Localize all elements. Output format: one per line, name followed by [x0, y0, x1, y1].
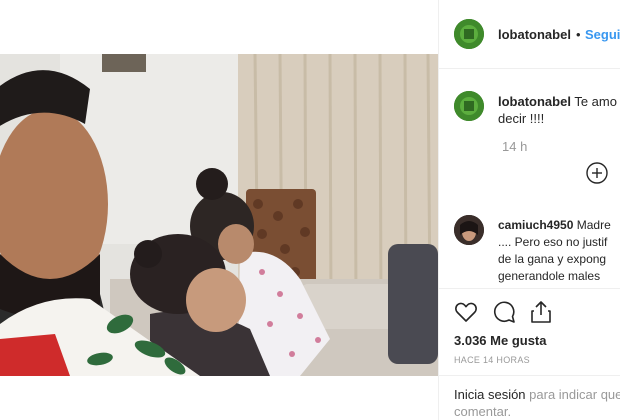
post-sidebar: lobatonabel • Seguir lobatonabel Te amo …	[439, 0, 620, 420]
add-circle-icon[interactable]	[586, 162, 608, 184]
header-separator: •	[576, 27, 581, 42]
login-prompt-line-2: comentar.	[454, 404, 512, 419]
avatar[interactable]	[454, 19, 484, 49]
likes-count[interactable]: 3.036 Me gusta	[454, 333, 547, 348]
header-username[interactable]: lobatonabel	[498, 27, 571, 42]
photo-illustration	[0, 54, 438, 376]
follow-button[interactable]: Seguir	[585, 27, 620, 42]
share-upload-icon[interactable]	[529, 300, 553, 324]
caption-username[interactable]: lobatonabel	[498, 94, 571, 109]
caption-time[interactable]: 14 h	[502, 139, 527, 154]
login-prompt-line-1: Inicia sesión para indicar que	[454, 386, 620, 404]
actions-divider	[439, 288, 620, 289]
comment-username[interactable]: camiuch4950	[498, 218, 573, 232]
caption-avatar[interactable]	[454, 91, 484, 121]
speech-bubble-icon[interactable]	[492, 300, 516, 324]
login-prompt-rest: para indicar que	[525, 387, 620, 402]
comment-avatar[interactable]	[454, 215, 484, 245]
comment-line-3: de la gana y expong	[498, 252, 607, 266]
caption-text-2: decir !!!!	[498, 111, 545, 126]
caption-avatar-image	[454, 91, 484, 121]
post-header: lobatonabel • Seguir	[439, 0, 620, 69]
post-timestamp[interactable]: HACE 14 HORAS	[454, 355, 530, 365]
media-pane	[0, 0, 438, 420]
comment-first-word: Madre	[576, 218, 611, 232]
avatar-image	[454, 19, 484, 49]
comment-avatar-image	[454, 215, 484, 245]
comment-line-2: .... Pero eso no justif	[498, 235, 608, 249]
comment-line-1: camiuch4950 Madre	[498, 217, 611, 233]
post-photo[interactable]	[0, 54, 438, 376]
login-link[interactable]: Inicia sesión	[454, 387, 526, 402]
heart-outline-icon[interactable]	[454, 300, 478, 324]
caption-text-1: Te amo	[574, 94, 617, 109]
login-divider	[439, 375, 620, 376]
caption-block: lobatonabel Te amo	[498, 93, 620, 110]
comment-line-4: generandole males	[498, 269, 601, 283]
